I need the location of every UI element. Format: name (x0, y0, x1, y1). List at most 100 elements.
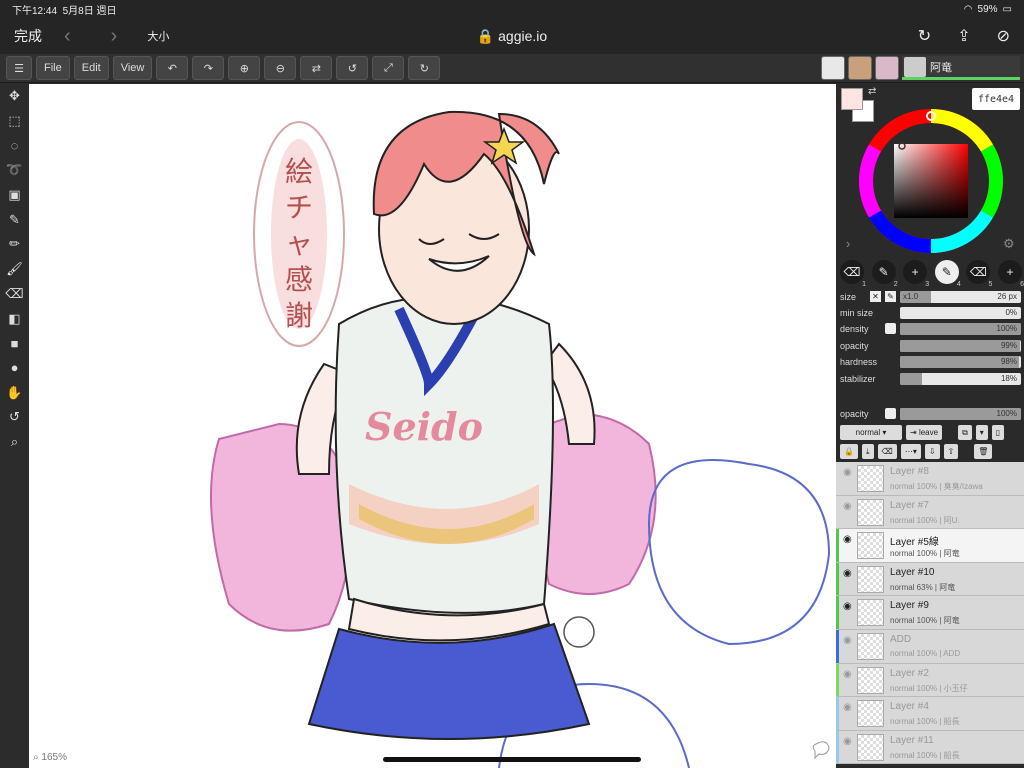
brush-icon[interactable]: ✎ 2 (871, 260, 898, 288)
transform-icon[interactable]: ▣ (0, 183, 29, 208)
layer-row[interactable]: ◉ Layer #4 normal 100% | 船長 (836, 697, 1024, 731)
layer-opacity-slider[interactable]: 100% (900, 407, 1021, 420)
circle-icon[interactable]: ● (0, 356, 29, 381)
current-user-name: 阿竜 (930, 61, 952, 74)
share-icon[interactable]: ⇪ (957, 26, 970, 46)
file-menu-button[interactable]: File (36, 56, 70, 80)
rectangle-icon[interactable]: ■ (0, 331, 29, 356)
erase-layer-icon[interactable]: ⌫ (877, 444, 897, 459)
text-size-button[interactable]: 大小 (147, 28, 169, 44)
layer-row[interactable]: ◉ Layer #9 normal 100% | 阿竜 (836, 596, 1024, 630)
clip-icon[interactable]: ⤓ (861, 444, 874, 459)
layer-row[interactable]: ◉ Layer #11 normal 100% | 船長 (836, 730, 1024, 765)
trash-icon[interactable]: 🗑 (974, 444, 993, 459)
plus-icon[interactable]: +6 (997, 260, 1024, 288)
leave-button[interactable]: ⇥ leave (906, 425, 943, 440)
layer-color-stripe (836, 629, 839, 663)
swap-colors-icon[interactable]: ⇄ (868, 86, 876, 97)
eyedropper-icon[interactable]: ✎ (0, 207, 29, 232)
pressure-icon[interactable]: ✎ (885, 291, 896, 302)
back-button[interactable]: ‹ (64, 25, 71, 48)
layer-row[interactable]: ◉ Layer #5線 normal 100% | 阿竜 (836, 529, 1024, 563)
menu-icon[interactable]: ☰ (6, 56, 32, 80)
layer-row[interactable]: ◉ Layer #10 normal 63% | 阿竜 (836, 562, 1024, 597)
redo-icon[interactable]: ↷ (192, 56, 225, 80)
density-slider[interactable]: 100% (900, 322, 1021, 335)
layer-options-icon[interactable]: ▾ (975, 425, 988, 440)
pencil-icon[interactable]: ✏ (0, 232, 29, 257)
bucket-icon[interactable]: ◧ (0, 306, 29, 331)
eye-icon[interactable]: ◉ (843, 501, 852, 512)
undo-icon[interactable]: ↶ (156, 56, 189, 80)
user-avatar[interactable] (821, 56, 845, 80)
hardness-slider[interactable]: 98% (900, 355, 1021, 368)
reload-icon[interactable]: ↻ (918, 26, 931, 46)
stabilizer-slider[interactable]: 18% (900, 372, 1021, 385)
eye-icon[interactable]: ◉ (843, 534, 852, 545)
primary-color-swatch[interactable] (841, 88, 863, 110)
hand-icon[interactable]: ✋ (0, 380, 29, 405)
rect-select-icon[interactable]: ⬚ (0, 109, 29, 134)
zoom-in-icon[interactable]: ⊕ (228, 56, 261, 80)
eye-icon[interactable]: ◉ (843, 669, 852, 680)
eye-icon[interactable]: ◉ (843, 736, 852, 747)
density-pressure-checkbox[interactable] (885, 323, 896, 334)
close-icon[interactable]: ✕ (870, 291, 881, 302)
color-wheel[interactable] (856, 106, 1006, 256)
user-avatar[interactable] (875, 56, 899, 80)
forward-button[interactable]: › (111, 25, 118, 48)
layer-row[interactable]: ◉ ADD normal 100% | ADD (836, 629, 1024, 664)
size-slider[interactable]: x1.0 26 px (900, 290, 1021, 303)
edit-menu-button[interactable]: Edit (73, 56, 109, 80)
leave-label: leave (918, 428, 939, 437)
eye-icon[interactable]: ◉ (843, 702, 852, 713)
layer-row[interactable]: ◉ Layer #7 normal 100% | 阿U. (836, 495, 1024, 530)
magnifier-icon[interactable]: ⌕ (0, 430, 29, 455)
zoom-value: 165% (41, 752, 67, 763)
rotate-view-icon[interactable]: ↺ (0, 405, 29, 430)
brush-icon[interactable]: ✎ 4 (934, 260, 961, 288)
layer-row[interactable]: ◉ Layer #8 normal 100% | 臭臭/Izawa (836, 462, 1024, 496)
layer-opacity-checkbox[interactable] (885, 408, 896, 419)
lasso-icon[interactable]: ➰ (0, 158, 29, 183)
layer-opacity-slider-row: opacity 100% (840, 407, 1022, 420)
merge-down-icon[interactable]: ⇩ (924, 444, 940, 459)
move-tool-icon[interactable]: ✥ (0, 84, 29, 109)
done-button[interactable]: 完成 (14, 26, 42, 46)
url-text[interactable]: aggie.io (498, 28, 547, 44)
zoom-level[interactable]: ⌕ 165% (33, 752, 67, 763)
lock-icon[interactable]: 🔒 (840, 444, 858, 459)
compass-icon[interactable]: ⊘ (997, 26, 1010, 46)
layer-thumbnail (857, 632, 884, 660)
new-layer-icon[interactable]: ▯ (991, 425, 1005, 440)
plus-icon[interactable]: +3 (903, 260, 929, 288)
rotate-right-icon[interactable]: ↻ (408, 56, 441, 80)
ellipse-select-icon[interactable]: ◌ (0, 133, 29, 158)
rotate-left-icon[interactable]: ↺ (336, 56, 369, 80)
gear-icon[interactable]: ⚙ (1003, 236, 1015, 252)
eraser-icon[interactable]: ⌫ 1 (840, 260, 866, 288)
eye-icon[interactable]: ◉ (843, 601, 852, 612)
blend-mode-select[interactable]: normal ▾ (840, 425, 902, 440)
min-size-slider[interactable]: 0% (900, 306, 1021, 319)
current-user[interactable]: 阿竜 (902, 56, 1020, 80)
user-avatar[interactable] (848, 56, 872, 80)
layer-thumbnail (857, 700, 884, 728)
eraser-icon[interactable]: ⌫ (0, 282, 29, 307)
eraser-icon[interactable]: ⌫ 5 (966, 260, 992, 288)
fullscreen-icon[interactable]: ⤢ (372, 56, 405, 80)
more-icon[interactable]: ⋯▾ (900, 444, 921, 459)
eye-icon[interactable]: ◉ (843, 568, 852, 579)
eye-icon[interactable]: ◉ (843, 635, 852, 646)
view-menu-button[interactable]: View (112, 56, 153, 80)
expand-icon[interactable]: › (846, 236, 850, 251)
brush-icon[interactable]: 🖌 (0, 257, 29, 282)
flip-icon[interactable]: ⇄ (300, 56, 333, 80)
eye-icon[interactable]: ◉ (843, 467, 852, 478)
drawing-canvas[interactable]: 絵チャ感謝 Seido (29, 84, 836, 768)
move-layer-icon[interactable]: ⇧ (943, 444, 959, 459)
zoom-out-icon[interactable]: ⊖ (264, 56, 297, 80)
duplicate-layer-icon[interactable]: ⧉ (958, 425, 972, 440)
opacity-slider[interactable]: 99% (900, 339, 1021, 352)
layer-row[interactable]: ◉ Layer #2 normal 100% | 小玉仔 (836, 663, 1024, 698)
